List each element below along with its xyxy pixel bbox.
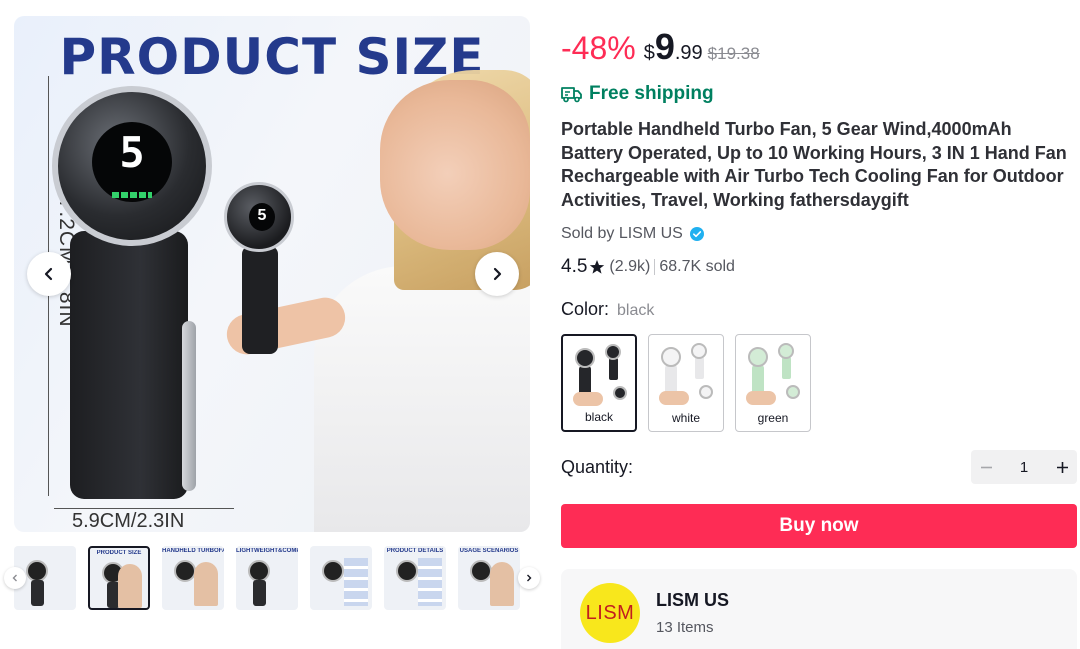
thumbnail-5[interactable] xyxy=(310,546,372,610)
fan-head-illustration: 5 xyxy=(52,86,212,246)
gallery-next-button[interactable] xyxy=(475,252,519,296)
thumbnail-strip: PRODUCT SIZE HANDHELD TURBOFAN LIGHTWEIG… xyxy=(4,546,544,612)
quantity-value[interactable]: 1 xyxy=(1020,459,1028,476)
color-option-white[interactable]: white xyxy=(648,334,724,432)
model-face-illustration xyxy=(380,80,530,250)
color-row: Color: black xyxy=(561,299,654,320)
color-option-label: green xyxy=(757,411,789,425)
color-option-image xyxy=(742,341,804,407)
gallery-prev-button[interactable] xyxy=(27,252,71,296)
thumbnail-6[interactable]: PRODUCT DETAILS xyxy=(384,546,446,610)
thumbnail-label: HANDHELD TURBOFAN xyxy=(162,548,224,554)
thumbnail-4[interactable]: LIGHTWEIGHT&COMPACT xyxy=(236,546,298,610)
seller-link[interactable]: Sold by LISM US xyxy=(561,225,704,243)
shop-item-count: 13 Items xyxy=(656,619,714,636)
rating-row[interactable]: 4.5 (2.9k) 68.7K sold xyxy=(561,256,735,278)
seller-label: Sold by LISM US xyxy=(561,225,683,242)
sold-count: 68.7K sold xyxy=(659,258,735,275)
color-option-label: black xyxy=(584,410,613,424)
color-label: Color: xyxy=(561,299,610,319)
original-price: $19.38 xyxy=(707,44,760,63)
color-option-green[interactable]: green xyxy=(735,334,811,432)
fan-display: 5 xyxy=(92,122,172,202)
price-currency: $ xyxy=(643,42,655,64)
minus-icon xyxy=(980,466,992,468)
quantity-increase-button[interactable] xyxy=(1047,450,1077,484)
quantity-stepper: 1 xyxy=(971,450,1077,484)
product-main-image[interactable]: PRODUCT SIZE 17.2CM/6.8IN 5 5.9CM/2.3IN … xyxy=(14,16,530,532)
fan-level-bars xyxy=(112,192,152,198)
verified-badge-icon xyxy=(689,227,704,241)
thumbnail-label: LIGHTWEIGHT&COMPACT xyxy=(236,548,298,554)
price-decimal: .99 xyxy=(674,42,703,64)
free-shipping-label: Free shipping xyxy=(589,83,714,104)
dimension-line-horizontal xyxy=(54,508,234,509)
thumbnail-label: PRODUCT SIZE xyxy=(96,550,142,556)
price-integer: 9 xyxy=(654,26,675,67)
chevron-left-icon xyxy=(44,267,53,281)
color-option-image xyxy=(569,342,629,408)
small-fan-display: 5 xyxy=(249,203,275,231)
chevron-left-icon xyxy=(12,574,17,582)
fan-handle-illustration xyxy=(70,231,196,499)
chevron-right-icon xyxy=(493,267,502,281)
discount-badge: -48% xyxy=(561,30,636,66)
price-row: -48% $ 9 .99 $19.38 xyxy=(561,26,760,68)
free-shipping-tag: Free shipping xyxy=(561,83,714,105)
thumbnail-label: USAGE SCENARIOS xyxy=(459,548,519,554)
color-option-label: white xyxy=(671,411,700,425)
thumbnail-3[interactable]: HANDHELD TURBOFAN xyxy=(162,546,224,610)
plus-icon xyxy=(1056,461,1068,473)
small-fan-handle-illustration xyxy=(242,246,278,354)
thumbnail-7[interactable]: USAGE SCENARIOS xyxy=(458,546,520,610)
color-option-black[interactable]: black xyxy=(561,334,637,432)
product-title: Portable Handheld Turbo Fan, 5 Gear Wind… xyxy=(561,119,1067,210)
rating-score: 4.5 xyxy=(561,256,588,277)
chevron-right-icon xyxy=(527,574,532,582)
small-fan-head-illustration: 5 xyxy=(224,182,294,252)
buy-now-button[interactable]: Buy now xyxy=(561,504,1077,548)
shop-card[interactable]: LISM LISM US 13 Items xyxy=(561,569,1077,649)
shop-logo: LISM xyxy=(580,583,640,643)
truck-icon xyxy=(561,87,582,103)
quantity-label: Quantity: xyxy=(561,457,634,477)
color-options: black white green xyxy=(561,334,822,432)
thumbnail-label: PRODUCT DETAILS xyxy=(386,548,444,554)
thumbnail-next-button[interactable] xyxy=(518,567,540,589)
shop-name: LISM US xyxy=(656,590,730,610)
color-option-image xyxy=(655,341,717,407)
color-selected-value: black xyxy=(617,302,655,319)
rating-divider xyxy=(654,259,656,275)
thumbnail-2[interactable]: PRODUCT SIZE xyxy=(88,546,150,610)
model-body-illustration xyxy=(314,266,530,532)
dimension-label-horizontal: 5.9CM/2.3IN xyxy=(72,510,185,532)
review-count: (2.9k) xyxy=(609,258,651,275)
thumbnail-prev-button[interactable] xyxy=(4,567,26,589)
star-icon xyxy=(590,260,605,274)
quantity-decrease-button[interactable] xyxy=(971,450,1001,484)
